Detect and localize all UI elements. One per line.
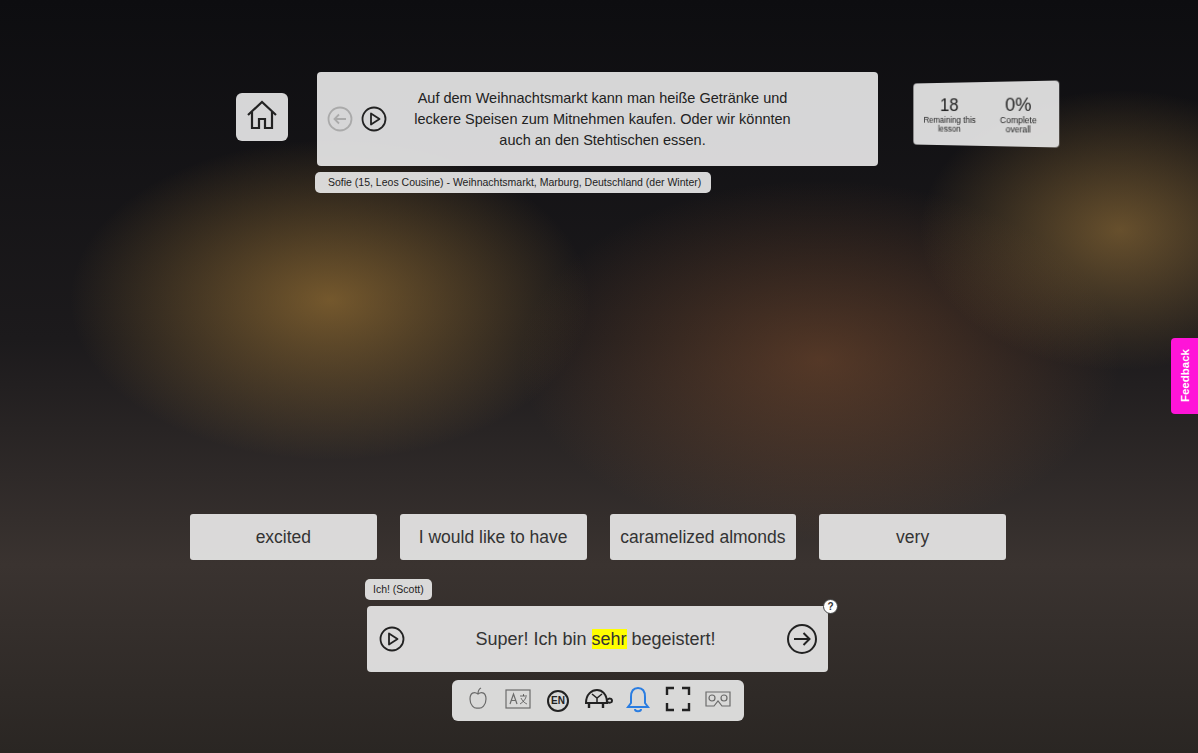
lesson-bar: Auf dem Weihnachtsmarkt kann man heiße G…: [317, 72, 878, 166]
language-button[interactable]: EN: [543, 686, 573, 716]
word-option[interactable]: caramelized almonds: [610, 514, 797, 560]
back-arrow-icon[interactable]: [327, 106, 353, 132]
feedback-label[interactable]: Feedback: [1179, 349, 1191, 402]
word-option[interactable]: I would like to have: [400, 514, 587, 560]
stat-value: 0%: [1005, 93, 1031, 116]
translate-icon[interactable]: [505, 688, 531, 714]
toolbar: EN: [452, 680, 744, 721]
apple-button[interactable]: [463, 686, 493, 716]
apple-icon[interactable]: [468, 687, 488, 715]
feedback-tab[interactable]: Feedback: [1171, 338, 1198, 414]
next-arrow-icon[interactable]: [786, 623, 818, 655]
response-text: Super! Ich bin sehr begeistert!: [415, 629, 776, 650]
play-icon[interactable]: [361, 106, 387, 132]
speaker-label: Sofie (15, Leos Cousine) - Weihnachtsmar…: [315, 172, 711, 193]
word-option[interactable]: excited: [190, 514, 377, 560]
turtle-icon[interactable]: [583, 686, 613, 716]
lesson-controls: [327, 106, 387, 132]
word-option[interactable]: very: [819, 514, 1006, 560]
stat-item: 0%Complete overall: [987, 93, 1050, 135]
home-button[interactable]: [236, 93, 288, 141]
language-toggle[interactable]: EN: [547, 690, 569, 712]
fullscreen-button[interactable]: [663, 686, 693, 716]
turtle-button[interactable]: [583, 686, 613, 716]
play-icon[interactable]: [379, 626, 405, 652]
stat-label: Complete overall: [987, 116, 1050, 135]
vr-icon[interactable]: [704, 689, 732, 713]
translate-button[interactable]: [503, 686, 533, 716]
help-badge[interactable]: ?: [823, 599, 838, 614]
response-segment: sehr: [592, 629, 627, 649]
response-segment: begeistert!: [627, 629, 716, 649]
stat-item: 18Remaining this lesson: [921, 94, 979, 134]
response-segment: Super! Ich bin: [475, 629, 591, 649]
fullscreen-icon[interactable]: [665, 686, 691, 716]
stat-label: Remaining this lesson: [921, 116, 979, 134]
home-icon[interactable]: [245, 99, 279, 135]
stat-value: 18: [940, 94, 959, 116]
lesson-text: Auf dem Weihnachtsmarkt kann man heiße G…: [395, 88, 864, 151]
bell-icon[interactable]: [626, 685, 650, 717]
vr-button[interactable]: [703, 686, 733, 716]
vr-scene: Auf dem Weihnachtsmarkt kann man heiße G…: [0, 0, 1198, 753]
stats-panel: 18Remaining this lesson0%Complete overal…: [913, 80, 1059, 147]
bell-button[interactable]: [623, 686, 653, 716]
response-label: Ich! (Scott): [365, 579, 432, 600]
word-options: excited I would like to have caramelized a…: [190, 514, 1006, 560]
response-box: Super! Ich bin sehr begeistert!: [367, 606, 828, 672]
